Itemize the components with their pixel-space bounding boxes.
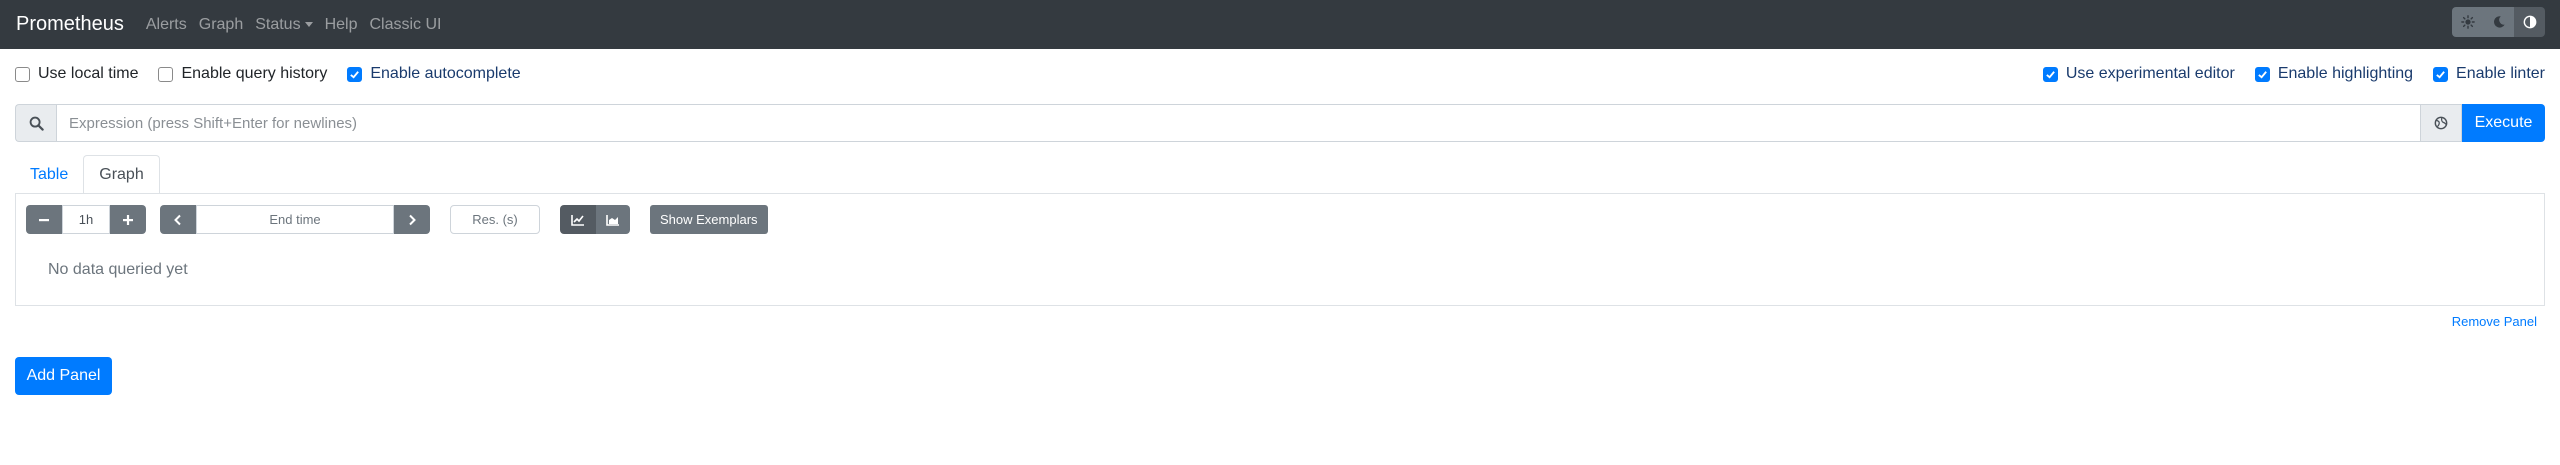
nav-dropdown-status[interactable]: Status	[255, 15, 313, 34]
chevron-down-icon	[304, 22, 313, 27]
theme-auto-button[interactable]	[2514, 7, 2545, 37]
panel-tabs: Table Graph	[15, 155, 160, 194]
check-icon	[2046, 70, 2055, 79]
execute-button[interactable]: Execute	[2462, 104, 2545, 142]
nav-link-status-label: Status	[255, 15, 301, 33]
enable-autocomplete-label: Enable autocomplete	[370, 65, 521, 82]
show-exemplars-button[interactable]: Show Exemplars	[650, 205, 768, 234]
tab-graph[interactable]: Graph	[83, 155, 160, 194]
enable-highlighting-toggle[interactable]: Enable highlighting	[2254, 65, 2414, 83]
query-options-right: Use experimental editor Enable highlight…	[2042, 65, 2560, 83]
no-data-message: No data queried yet	[48, 261, 188, 278]
line-chart-icon	[571, 214, 584, 226]
remove-panel-link[interactable]: Remove Panel	[2452, 314, 2537, 329]
plus-icon	[123, 214, 133, 225]
theme-dark-button[interactable]	[2483, 7, 2514, 37]
check-icon	[2436, 70, 2445, 79]
resolution-input[interactable]: Res. (s)	[450, 205, 540, 234]
tab-table[interactable]: Table	[15, 155, 83, 194]
enable-linter-toggle[interactable]: Enable linter	[2433, 65, 2545, 83]
enable-autocomplete-toggle[interactable]: Enable autocomplete	[347, 65, 521, 83]
graph-panel: 1h End time Res. (s) Show Exemplars No d…	[15, 193, 2545, 306]
use-experimental-editor-toggle[interactable]: Use experimental editor	[2042, 65, 2235, 83]
use-local-time-checkbox[interactable]	[15, 66, 30, 82]
half-circle-icon	[2523, 15, 2536, 29]
area-chart-icon	[606, 214, 619, 226]
nav-link-help[interactable]: Help	[325, 16, 358, 34]
theme-light-button[interactable]	[2452, 7, 2483, 37]
search-icon	[29, 116, 44, 131]
increase-range-button[interactable]	[110, 205, 146, 234]
expression-input[interactable]	[56, 104, 2421, 142]
nav-link-graph[interactable]: Graph	[199, 16, 243, 34]
next-time-button[interactable]	[394, 205, 430, 234]
decrease-range-button[interactable]	[26, 205, 62, 234]
enable-linter-checkbox[interactable]	[2433, 66, 2449, 82]
sun-icon	[2460, 15, 2475, 29]
previous-time-button[interactable]	[160, 205, 196, 234]
enable-query-history-checkbox[interactable]	[158, 66, 174, 82]
stacked-chart-button[interactable]	[596, 205, 630, 234]
use-local-time-toggle[interactable]: Use local time	[15, 65, 138, 83]
enable-highlighting-label: Enable highlighting	[2277, 65, 2414, 82]
enable-query-history-label: Enable query history	[181, 65, 328, 82]
metrics-explorer-button[interactable]	[2421, 104, 2462, 142]
enable-autocomplete-checkbox[interactable]	[347, 66, 363, 82]
expression-bar: Execute	[15, 104, 2545, 142]
use-local-time-label: Use local time	[38, 65, 139, 82]
use-experimental-editor-label: Use experimental editor	[2065, 65, 2235, 82]
theme-toggle-group	[2452, 7, 2545, 37]
end-time-input[interactable]: End time	[196, 205, 394, 234]
query-options-left: Use local time Enable query history Enab…	[15, 65, 541, 83]
top-navbar: Prometheus Alerts Graph Status Help Clas…	[0, 0, 2560, 49]
moon-icon	[2493, 16, 2505, 28]
enable-linter-label: Enable linter	[2456, 65, 2545, 82]
search-icon-container	[15, 104, 56, 142]
enable-highlighting-checkbox[interactable]	[2254, 66, 2270, 82]
chevron-right-icon	[409, 214, 416, 225]
chevron-left-icon	[174, 214, 181, 225]
range-input[interactable]: 1h	[62, 205, 110, 234]
globe-icon	[2434, 116, 2448, 130]
brand-logo-text[interactable]: Prometheus	[16, 13, 124, 36]
minus-icon	[39, 218, 49, 221]
nav-link-classic-ui[interactable]: Classic UI	[369, 16, 441, 34]
nav-link-alerts[interactable]: Alerts	[146, 16, 187, 34]
enable-query-history-toggle[interactable]: Enable query history	[158, 65, 327, 83]
use-experimental-editor-checkbox[interactable]	[2042, 66, 2058, 82]
add-panel-button[interactable]: Add Panel	[15, 357, 112, 395]
check-icon	[350, 70, 360, 79]
check-icon	[2258, 70, 2267, 79]
graph-controls: 1h End time Res. (s) Show Exemplars	[26, 205, 768, 234]
unstacked-chart-button[interactable]	[560, 205, 596, 234]
